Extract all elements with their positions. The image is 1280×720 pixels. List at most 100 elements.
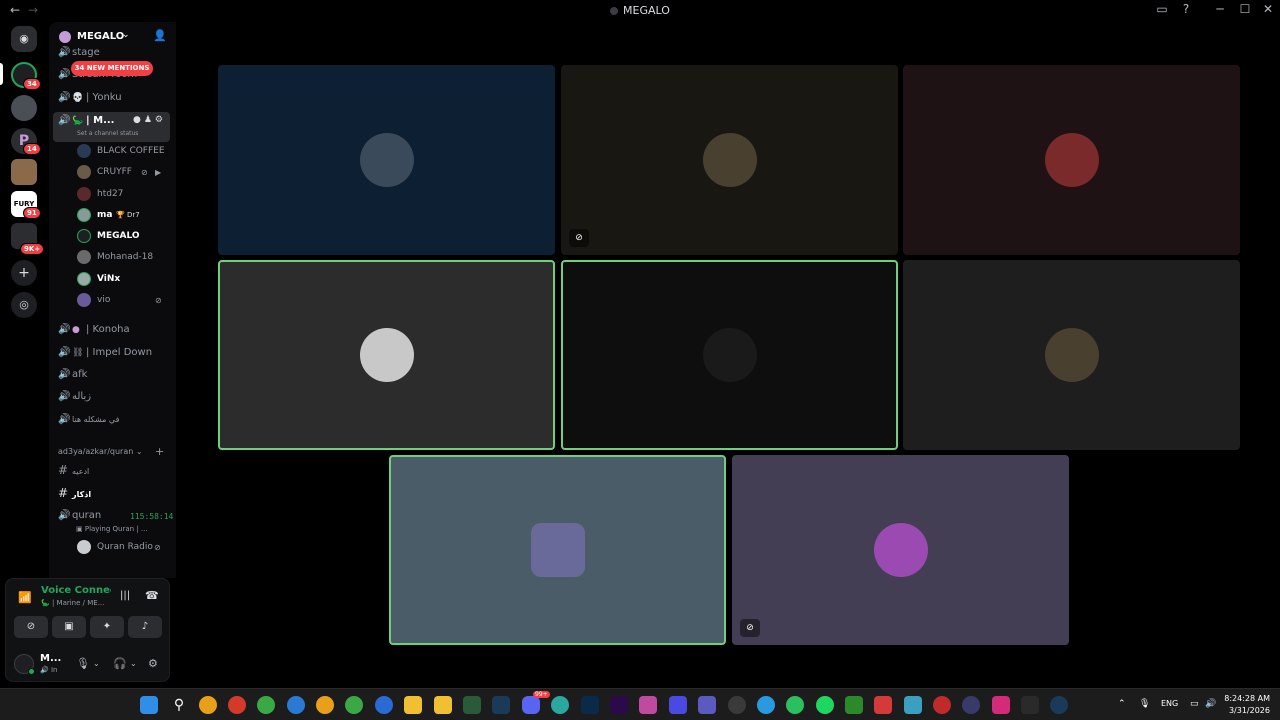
signal-icon[interactable]: 📶 xyxy=(15,588,35,608)
screen-share-button[interactable]: ▣ xyxy=(52,616,86,638)
channel-ad3ya[interactable]: # ادعيه xyxy=(58,463,89,481)
help-icon[interactable]: ? xyxy=(1176,2,1196,16)
premiere-icon[interactable] xyxy=(610,696,628,714)
window-title: MEGALO xyxy=(0,4,1280,17)
edge-icon[interactable] xyxy=(551,696,569,714)
video-tile[interactable] xyxy=(389,455,726,645)
voice-user[interactable]: ma 🏆 Dr7 xyxy=(77,208,140,228)
user-settings-icon[interactable]: ⚙ xyxy=(148,657,158,670)
whatsapp-icon[interactable] xyxy=(786,696,804,714)
spotify-icon[interactable] xyxy=(816,696,834,714)
voice-user[interactable]: htd27 xyxy=(77,187,123,207)
category-header[interactable]: ad3ya/azkar/quran ⌄ + xyxy=(58,445,164,458)
iptv-icon[interactable] xyxy=(992,696,1010,714)
video-tile[interactable] xyxy=(218,65,555,255)
notes-icon[interactable] xyxy=(434,696,452,714)
noise-suppression-icon[interactable]: ||| xyxy=(120,590,130,601)
voice-user[interactable]: CRUYFF ⊘ ▶ xyxy=(77,165,161,185)
voice-channel-link[interactable]: 🦕 | Marine / ME... xyxy=(41,599,111,607)
headphones-icon[interactable]: 🎧 xyxy=(113,657,127,670)
chevron-down-icon: ⌄ xyxy=(135,447,143,456)
teams-icon[interactable] xyxy=(698,696,716,714)
voice-user[interactable]: ViNx xyxy=(77,272,120,292)
video-tile[interactable] xyxy=(561,260,898,450)
language-indicator[interactable]: ENG xyxy=(1161,699,1178,708)
channel-zbala[interactable]: 🔊 زباله xyxy=(58,391,91,409)
chrome-icon[interactable] xyxy=(199,696,217,714)
app-icon[interactable] xyxy=(904,696,922,714)
chevron-up-icon[interactable]: ⌃ xyxy=(1118,699,1126,709)
discover-icon[interactable]: ◎ xyxy=(11,292,37,318)
discord-home-icon[interactable]: ◉ xyxy=(11,26,37,52)
discord-icon[interactable] xyxy=(522,696,540,714)
video-tile[interactable]: ⊘ xyxy=(561,65,898,255)
voice-user[interactable]: BLACK COFFEE xyxy=(77,144,165,164)
clock[interactable]: 8:24:28 AM 3/31/2026 xyxy=(1212,693,1270,717)
chrome-icon[interactable] xyxy=(228,696,246,714)
app-icon[interactable] xyxy=(1021,696,1039,714)
channel-azkar[interactable]: # اذكار xyxy=(58,486,91,504)
network-icon[interactable]: ▭ xyxy=(1190,699,1199,709)
video-tile[interactable] xyxy=(903,65,1240,255)
app-icon[interactable] xyxy=(728,696,746,714)
invite-people-icon[interactable]: 👤 xyxy=(153,29,167,42)
photos-icon[interactable] xyxy=(639,696,657,714)
video-tile[interactable] xyxy=(218,260,555,450)
voice-user[interactable]: vio ⊘ xyxy=(77,293,162,313)
chat-icon[interactable]: ● xyxy=(133,115,144,125)
channel-konoha[interactable]: 🔊 ● | Konoha xyxy=(58,324,130,342)
channel-yonku[interactable]: 🔊 💀 | Yonku xyxy=(58,92,122,110)
voice-user[interactable]: Quran Radio ⊘ xyxy=(77,540,161,560)
avatar[interactable] xyxy=(14,654,35,675)
channel-active-voice[interactable]: 🔊 🦕 | M... Set a channel status ●♟⚙ xyxy=(53,112,170,142)
chevron-down-icon: ⌄ xyxy=(122,30,130,40)
microphone-icon[interactable]: 🎙 xyxy=(76,657,90,670)
soundboard-button[interactable]: ♪ xyxy=(128,616,162,638)
speaker-icon: 🔊 xyxy=(58,391,71,402)
steam-icon[interactable] xyxy=(492,696,510,714)
activities-button[interactable]: ✦ xyxy=(90,616,124,638)
add-server-icon[interactable]: + xyxy=(11,260,37,286)
server-4[interactable] xyxy=(11,159,37,185)
photoshop-icon[interactable] xyxy=(581,696,599,714)
video-tile[interactable] xyxy=(903,260,1240,450)
search-icon[interactable]: ⚲ xyxy=(170,696,188,714)
minimize-icon[interactable]: ─ xyxy=(1210,2,1230,16)
settings-icon[interactable]: ⚙ xyxy=(155,115,166,125)
terminal-icon[interactable] xyxy=(463,696,481,714)
voice-user[interactable]: Mohanad-18 xyxy=(77,250,153,270)
windows-start-icon[interactable] xyxy=(140,696,158,714)
app-icon[interactable] xyxy=(375,696,393,714)
voice-user[interactable]: MEGALO xyxy=(77,229,140,249)
chevron-down-icon[interactable]: ⌄ xyxy=(93,659,100,668)
close-icon[interactable]: ✕ xyxy=(1258,2,1278,16)
channel-status-hint[interactable]: Set a channel status xyxy=(77,130,138,137)
server-2[interactable] xyxy=(11,95,37,121)
inbox-icon[interactable]: ▭ xyxy=(1152,2,1172,16)
app-icon[interactable] xyxy=(933,696,951,714)
avatar xyxy=(77,144,91,158)
app-icon[interactable] xyxy=(962,696,980,714)
invite-icon[interactable]: ♟ xyxy=(144,115,155,125)
channel-afk[interactable]: 🔊 afk xyxy=(58,369,87,387)
media-player-icon[interactable] xyxy=(669,696,687,714)
app-icon[interactable] xyxy=(874,696,892,714)
chrome-icon[interactable] xyxy=(316,696,334,714)
disconnect-icon[interactable]: ☎ xyxy=(145,589,159,602)
new-mentions-banner[interactable]: 34 NEW MENTIONS xyxy=(71,61,153,76)
chrome-icon[interactable] xyxy=(287,696,305,714)
chevron-down-icon[interactable]: ⌄ xyxy=(130,659,137,668)
chrome-icon[interactable] xyxy=(345,696,363,714)
camera-toggle-button[interactable]: ⊘ xyxy=(14,616,48,638)
telegram-icon[interactable] xyxy=(757,696,775,714)
video-tile[interactable]: ⊘ xyxy=(732,455,1069,645)
microphone-icon[interactable]: 🎙 xyxy=(1139,699,1150,709)
channel-problem[interactable]: 🔊 في مشكله هنا xyxy=(58,414,119,432)
chrome-icon[interactable] xyxy=(257,696,275,714)
add-channel-icon[interactable]: + xyxy=(155,445,164,458)
channel-impel-down[interactable]: 🔊 ⛓ | Impel Down xyxy=(58,347,152,365)
maximize-icon[interactable]: ☐ xyxy=(1235,2,1255,16)
xbox-icon[interactable] xyxy=(845,696,863,714)
file-explorer-icon[interactable] xyxy=(404,696,422,714)
steam-icon[interactable] xyxy=(1050,696,1068,714)
